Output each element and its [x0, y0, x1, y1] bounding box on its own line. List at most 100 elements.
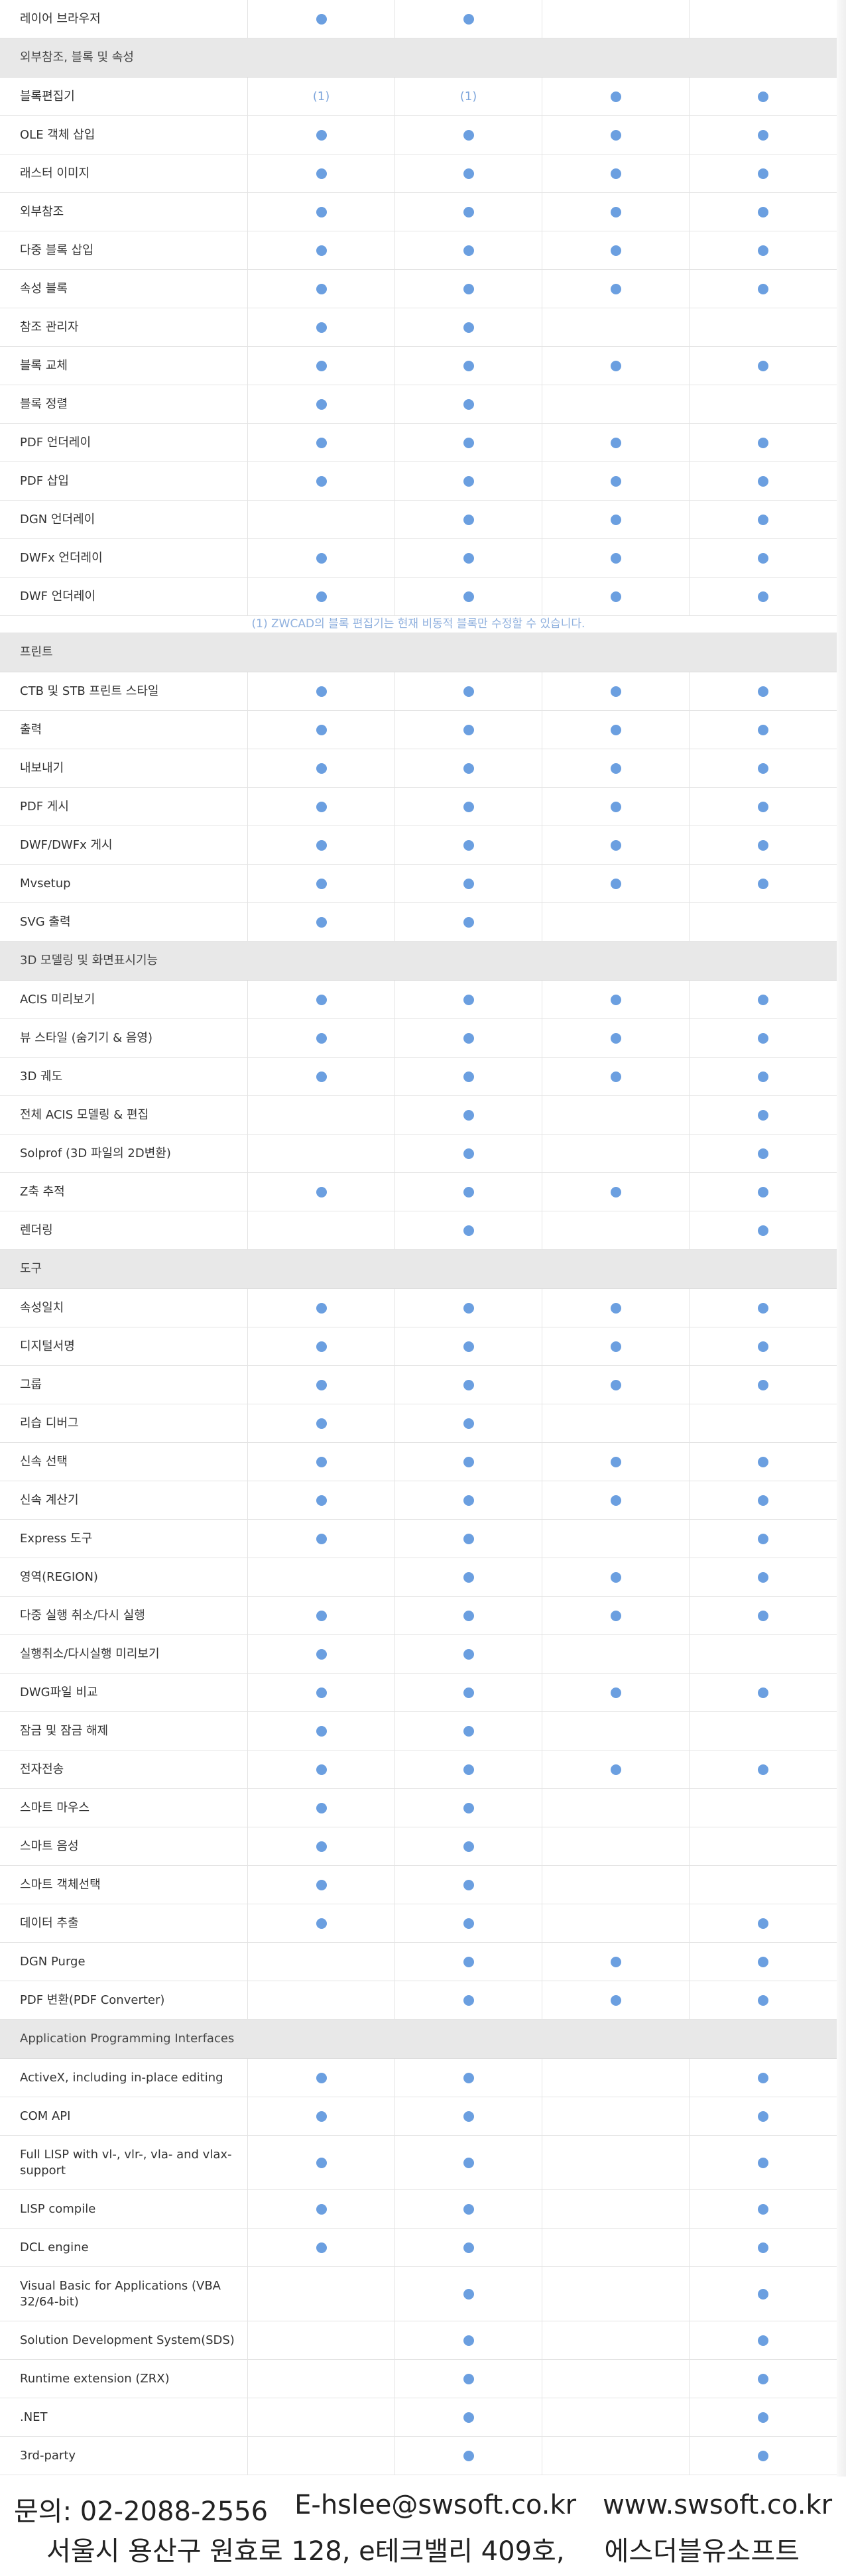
table-row: 전자전송 — [0, 1750, 837, 1789]
edition-cell — [542, 1558, 690, 1596]
supported-dot-icon — [316, 245, 327, 256]
supported-dot-icon — [758, 763, 768, 774]
feature-name: 그룹 — [0, 1366, 248, 1404]
supported-dot-icon — [316, 2242, 327, 2253]
feature-name: 잠금 및 잠금 해제 — [0, 1712, 248, 1750]
supported-dot-icon — [610, 1764, 621, 1775]
supported-dot-icon — [463, 245, 474, 256]
right-edge — [837, 0, 846, 2477]
feature-name: 속성 블록 — [0, 270, 248, 308]
table-row: Express 도구 — [0, 1520, 837, 1558]
phone-contact: 문의: 02-2088-2556 — [13, 2496, 269, 2527]
edition-cell — [248, 1173, 395, 1211]
edition-cell — [395, 2229, 542, 2266]
edition-cell — [690, 1558, 837, 1596]
table-row: 신속 선택 — [0, 1443, 837, 1481]
edition-cell — [690, 1019, 837, 1057]
edition-cell — [542, 2097, 690, 2135]
edition-cell — [395, 2321, 542, 2359]
supported-dot-icon — [758, 2203, 768, 2215]
edition-cell — [248, 672, 395, 710]
edition-cell — [248, 1019, 395, 1057]
feature-name: 레이어 브라우저 — [0, 0, 248, 38]
feature-name: 출력 — [0, 711, 248, 749]
edition-cell — [248, 154, 395, 192]
edition-cell — [690, 193, 837, 231]
supported-dot-icon — [316, 1302, 327, 1314]
supported-dot-icon — [610, 839, 621, 851]
feature-name: PDF 삽입 — [0, 462, 248, 500]
edition-cell — [248, 1366, 395, 1404]
edition-cell — [395, 749, 542, 787]
table-row: 블록 교체 — [0, 347, 837, 385]
supported-dot-icon — [463, 686, 474, 697]
edition-cell — [248, 2136, 395, 2189]
contact-footer: 문의: 02-2088-2556 E-hslee@swsoft.co.kr ww… — [0, 2477, 846, 2576]
supported-dot-icon — [463, 1918, 474, 1929]
section-title: Application Programming Interfaces — [20, 2032, 235, 2046]
feature-name: 디지털서명 — [0, 1327, 248, 1365]
supported-dot-icon — [758, 724, 768, 735]
edition-cell — [395, 2097, 542, 2135]
edition-cell — [690, 347, 837, 385]
table-row: 출력 — [0, 711, 837, 749]
table-row: 레이어 브라우저 — [0, 0, 837, 38]
edition-cell — [542, 2321, 690, 2359]
edition-cell — [248, 385, 395, 423]
feature-name: 뷰 스타일 (숨기기 & 음영) — [0, 1019, 248, 1057]
edition-cell — [542, 672, 690, 710]
supported-dot-icon — [758, 1032, 768, 1044]
supported-dot-icon — [463, 1648, 474, 1660]
supported-dot-icon — [758, 839, 768, 851]
website-link[interactable]: www.swsoft.co.kr — [603, 2490, 832, 2528]
supported-dot-icon — [463, 13, 474, 25]
supported-dot-icon — [316, 724, 327, 735]
edition-cell — [395, 981, 542, 1018]
supported-dot-icon — [463, 1186, 474, 1197]
edition-cell — [690, 462, 837, 500]
edition-cell — [395, 0, 542, 38]
edition-cell — [395, 462, 542, 500]
feature-name: 영역(REGION) — [0, 1558, 248, 1596]
edition-cell — [248, 2321, 395, 2359]
feature-name: LISP compile — [0, 2190, 248, 2228]
edition-cell — [690, 1520, 837, 1558]
edition-cell — [690, 1635, 837, 1673]
edition-cell — [248, 1904, 395, 1942]
supported-dot-icon — [758, 2111, 768, 2122]
edition-cell — [690, 1135, 837, 1172]
feature-name: ACIS 미리보기 — [0, 981, 248, 1018]
feature-name: 다중 실행 취소/다시 실행 — [0, 1597, 248, 1634]
edition-cell — [542, 1981, 690, 2019]
edition-cell — [690, 1712, 837, 1750]
edition-cell — [248, 347, 395, 385]
supported-dot-icon — [463, 2072, 474, 2083]
edition-cell — [248, 711, 395, 749]
edition-cell — [395, 501, 542, 538]
supported-dot-icon — [316, 801, 327, 812]
supported-dot-icon — [758, 1956, 768, 1967]
edition-cell — [395, 1366, 542, 1404]
supported-dot-icon — [758, 2242, 768, 2253]
feature-name: 블록편집기 — [0, 78, 248, 115]
feature-name: 스마트 객체선택 — [0, 1866, 248, 1904]
edition-cell — [542, 193, 690, 231]
supported-dot-icon — [316, 129, 327, 141]
supported-dot-icon — [463, 2288, 474, 2300]
supported-dot-icon — [463, 1302, 474, 1314]
feature-name: SVG 출력 — [0, 903, 248, 941]
edition-cell — [248, 424, 395, 461]
edition-cell — [395, 539, 542, 577]
edition-cell — [248, 116, 395, 154]
supported-dot-icon — [758, 1687, 768, 1698]
supported-dot-icon — [463, 1994, 474, 2006]
supported-dot-icon — [758, 1533, 768, 1544]
edition-cell — [395, 1019, 542, 1057]
email-contact[interactable]: E-hslee@swsoft.co.kr — [294, 2490, 576, 2528]
edition-cell — [248, 826, 395, 864]
edition-cell — [395, 1558, 542, 1596]
supported-dot-icon — [463, 1071, 474, 1082]
company-name: 에스더블유소프트 — [604, 2536, 800, 2567]
supported-dot-icon — [463, 1495, 474, 1506]
edition-cell — [542, 1443, 690, 1481]
